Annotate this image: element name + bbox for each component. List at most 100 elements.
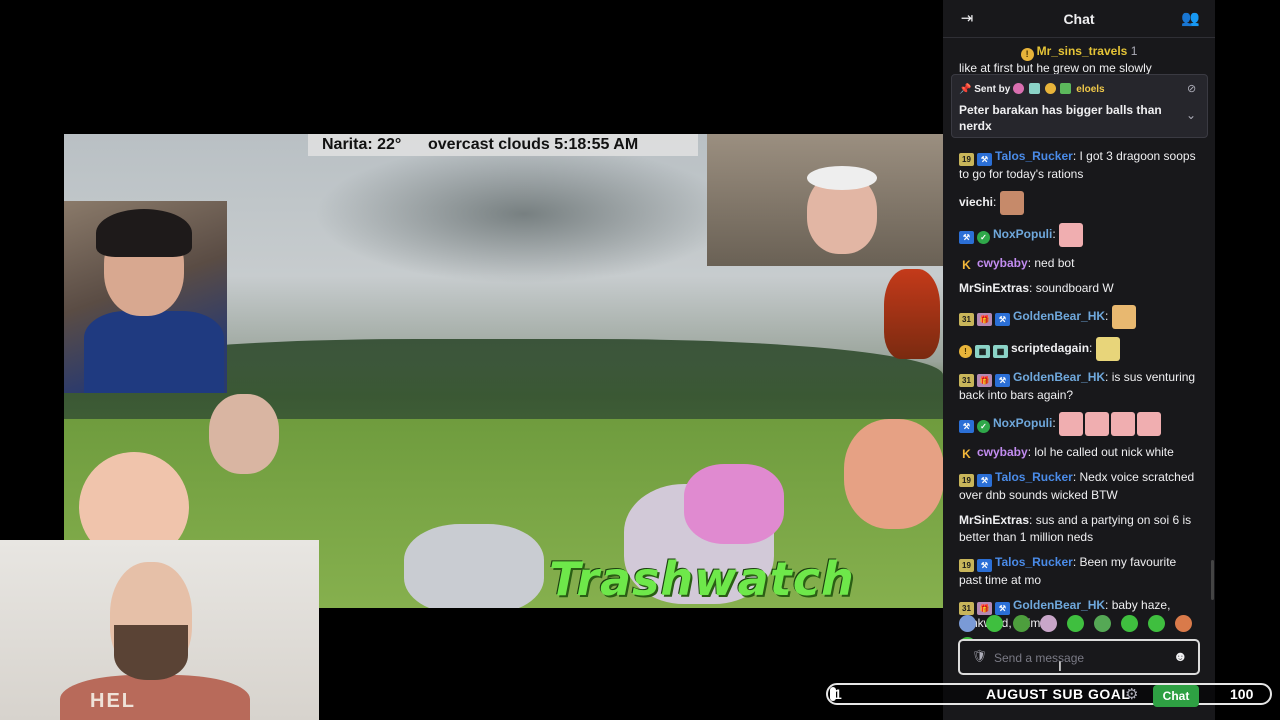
verified-badge-icon: ✓ [977,231,990,245]
pink-emote-icon [1085,412,1110,436]
chat-title: Chat [1063,11,1095,27]
hide-pin-icon[interactable]: ⊘ [1187,82,1196,95]
mod-badge-icon: ⚒ [995,313,1010,327]
chat-message: 19 ⚒ Talos_Rucker: Been my favourite past … [959,555,1177,587]
text-cursor-icon: I [1058,658,1062,674]
emote-icon[interactable] [1066,615,1084,632]
emote-icon[interactable] [1120,615,1138,632]
overlay-person-image [209,394,279,474]
chat-username[interactable]: GoldenBear_HK [1013,370,1105,384]
pink-emote-icon [1059,223,1084,247]
badge-icon [1028,83,1040,94]
sun-emote-icon [1111,305,1136,329]
chat-send-button[interactable]: Chat [1153,685,1199,707]
chat-username[interactable]: Talos_Rucker [995,470,1073,484]
sub-month-badge: 31 [959,602,974,615]
sub-goal-target: 100 [1230,686,1254,702]
emote-icon[interactable] [959,615,976,632]
chat-username[interactable]: MrSinExtras [959,513,1029,527]
chat-message: ⚒ ✓ NoxPopuli: [959,412,1199,436]
chat-message: 31 🎁 ⚒ GoldenBear_HK: is sus venturing back… [959,370,1196,402]
chat-message: 31 🎁 ⚒ GoldenBear_HK: [959,305,1199,329]
chat-username[interactable]: Talos_Rucker [995,149,1073,163]
top-chat-line: ! Mr_sins_travels 1 [943,44,1215,61]
badge-icon [1060,83,1072,94]
chat-username[interactable]: MrSinExtras [959,281,1029,295]
emote-icon[interactable] [1039,615,1057,632]
sub-month-badge: 31 [959,374,974,387]
sub-month-badge: 19 [959,559,974,572]
chat-username[interactable]: scriptedagain [1011,341,1089,355]
trash-bag-image [684,464,784,544]
chat-text: ned bot [1034,256,1075,270]
chat-username[interactable]: cwybaby [977,256,1028,270]
message-count: 1 [1130,44,1138,58]
sub-month-badge: 31 [959,313,974,327]
chat-username[interactable]: GoldenBear_HK [1013,309,1105,323]
emote-icon[interactable] [1174,615,1192,632]
page: Narita: 22° overcast clouds 5:18:55 AM T… [0,0,1280,720]
overlay-cam-right [707,134,943,266]
chevron-down-icon[interactable]: ⌄ [1186,108,1196,122]
trash-bag-image [404,524,544,608]
coin-badge-icon: ! [1020,48,1034,61]
chat-scrollbar[interactable] [1211,560,1214,600]
community-icon[interactable]: 👥 [1181,10,1200,28]
coin-badge-icon [1044,83,1056,94]
pinned-sender[interactable]: eloels [1076,84,1104,95]
chat-username[interactable]: GoldenBear_HK [1013,598,1105,612]
gear-icon[interactable]: ⚙ [1125,685,1138,703]
emote-icon[interactable] [1093,615,1111,632]
mod-badge-icon: ⚒ [995,374,1010,387]
cutoff-message: like at first but he grew on me slowly [959,61,1152,75]
overlay-cam-left [64,201,227,393]
chat-username[interactable]: Talos_Rucker [995,555,1073,569]
chat-input-box: 🛡 ☻ [958,639,1200,675]
pink-emote-icon [1137,412,1162,436]
chat-messages: 19 ⚒ Talos_Rucker: I got 3 dragoon soops t… [959,148,1199,640]
multi-badge-icon: ▦ [975,345,990,359]
chat-message: MrSinExtras: sus and a partying on soi 6… [959,513,1192,544]
chat-username[interactable]: NoxPopuli [993,416,1052,430]
coin-badge-icon: ! [959,345,972,359]
face-emote-icon [999,191,1024,215]
emote-bar [959,615,1204,654]
sub-month-badge: 19 [959,153,974,166]
chat-message: ! ▦ ▦ scriptedagain: [959,337,1199,361]
chat-message: ⚒ ✓ NoxPopuli: [959,223,1199,247]
emote-icon[interactable] [985,615,1003,632]
pinned-message[interactable]: 📌 Sent by eloels Peter barakan has bigge… [951,74,1208,138]
emote-icon[interactable] [1147,615,1165,632]
chat-username[interactable]: NoxPopuli [993,227,1052,241]
shirt-text: HEL [90,690,136,712]
chat-bottom-bar: ⚙ Chat [965,683,1210,707]
k-badge-icon: K [962,447,971,461]
chat-message: 19 ⚒ Talos_Rucker: Nedx voice scratched ov… [959,470,1195,502]
mod-badge-icon: ⚒ [977,559,992,572]
chat-message: Kcwybaby: ned bot [959,255,1199,272]
chat-message: 19 ⚒ Talos_Rucker: I got 3 dragoon soops t… [959,149,1196,181]
pinned-text: Peter barakan has bigger balls than nerd… [959,103,1162,133]
emote-icon[interactable] [1012,615,1030,632]
stream-video[interactable]: Narita: 22° overcast clouds 5:18:55 AM T… [64,134,943,608]
rooster-image [884,269,940,359]
k-badge-icon: K [962,258,971,272]
chat-username[interactable]: viechi [959,195,993,209]
multi-badge-icon: ▦ [993,345,1008,359]
verified-badge-icon: ✓ [977,420,990,434]
chat-panel: ⇥ Chat 👥 ! Mr_sins_travels 1 like at firs… [943,0,1215,720]
cheese-emote-icon [1095,337,1120,361]
shield-icon[interactable]: 🛡 [972,649,987,663]
chat-text: lol he called out nick white [1034,445,1174,459]
chat-message-input[interactable] [994,649,1164,667]
emoji-picker-icon[interactable]: ☻ [1173,648,1188,664]
gift-badge-icon: 🎁 [977,602,992,615]
chat-username[interactable]: Mr_sins_travels [1037,44,1128,58]
pin-icon: 📌 [959,84,972,95]
gift-badge-icon: 🎁 [977,313,992,327]
chat-username[interactable]: cwybaby [977,445,1028,459]
sub-month-badge: 19 [959,474,974,487]
chat-message: viechi: [959,191,1199,215]
chat-text: soundboard W [1035,281,1114,295]
weather-banner: Narita: 22° overcast clouds 5:18:55 AM [308,134,698,156]
